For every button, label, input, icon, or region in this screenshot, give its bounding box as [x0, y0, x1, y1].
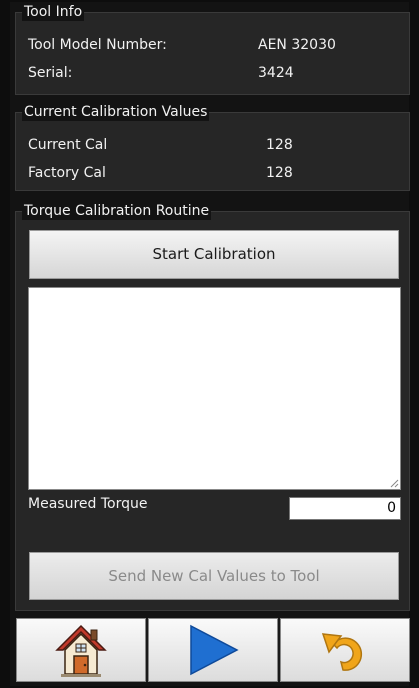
- send-cal-values-button[interactable]: Send New Cal Values to Tool: [29, 552, 399, 600]
- model-label: Tool Model Number:: [28, 37, 167, 53]
- model-row: Tool Model Number: AEN 32030: [28, 35, 399, 55]
- play-icon: [190, 624, 239, 676]
- resize-grip-icon[interactable]: [389, 478, 399, 488]
- undo-button[interactable]: [280, 618, 410, 682]
- tool-info-title: Tool Info: [22, 3, 85, 21]
- play-button[interactable]: [148, 618, 278, 682]
- factory-cal-label: Factory Cal: [28, 165, 106, 181]
- home-button[interactable]: [16, 618, 146, 682]
- start-calibration-button[interactable]: Start Calibration: [29, 230, 399, 279]
- calibration-values-group: Current Calibration Values Current Cal 1…: [15, 103, 410, 191]
- factory-cal-row: Factory Cal 128: [28, 163, 399, 183]
- current-cal-label: Current Cal: [28, 137, 108, 153]
- current-cal-value: 128: [266, 137, 293, 153]
- serial-row: Serial: 3424: [28, 63, 399, 83]
- calibration-values-title: Current Calibration Values: [22, 103, 210, 121]
- bottom-toolbar: [16, 618, 410, 682]
- current-cal-row: Current Cal 128: [28, 135, 399, 155]
- model-value: AEN 32030: [258, 37, 336, 53]
- undo-icon: [321, 633, 363, 671]
- calibration-log-textarea[interactable]: [28, 287, 401, 490]
- tool-info-group: Tool Info Tool Model Number: AEN 32030 S…: [15, 3, 410, 95]
- home-icon: [55, 624, 107, 677]
- measured-torque-input[interactable]: 0: [289, 497, 401, 520]
- serial-label: Serial:: [28, 65, 73, 81]
- measured-torque-label: Measured Torque: [28, 496, 148, 512]
- calibration-routine-title: Torque Calibration Routine: [22, 202, 212, 220]
- serial-value: 3424: [258, 65, 294, 81]
- factory-cal-value: 128: [266, 165, 293, 181]
